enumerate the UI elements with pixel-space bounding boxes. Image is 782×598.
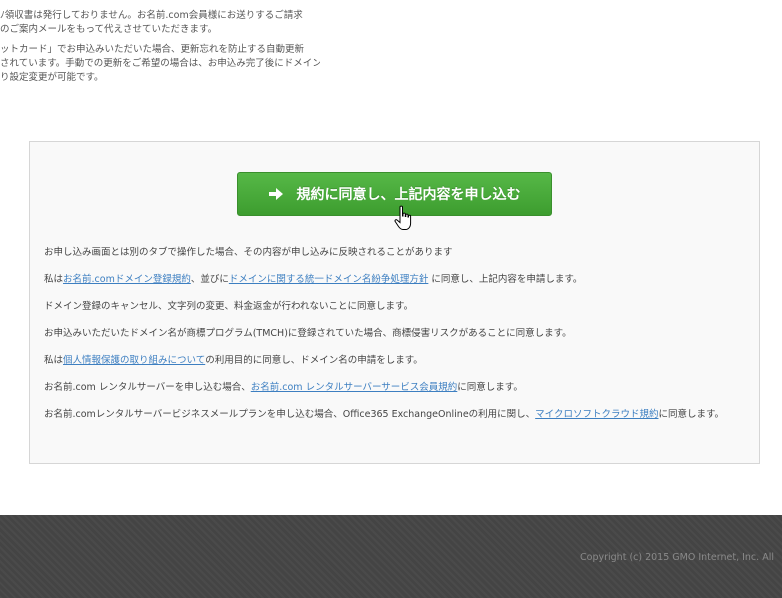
server-terms-suffix: に同意します。 <box>457 382 523 393</box>
note-line: ﾉ領収書は発行しておりません。お名前.com会員様にお送りするご請求 <box>0 10 303 21</box>
dispute-policy-link[interactable]: ドメインに関する統一ドメイン名紛争処理方針 <box>229 274 429 285</box>
agree-and-apply-label: 規約に同意し、上記内容を申し込む <box>296 187 521 203</box>
domain-terms-text: 私はお名前.comドメイン登録規約、並びにドメインに関する統一ドメイン名紛争処理… <box>44 273 744 286</box>
cancel-policy-text: ドメイン登録のキャンセル、文字列の変更、料金返金が行われないことに同意します。 <box>44 301 414 312</box>
copyright-text: Copyright (c) 2015 GMO Internet, Inc. Al… <box>580 552 774 563</box>
note-line: のご案内メールをもって代えさせていただきます。 <box>0 24 218 35</box>
mail-terms-prefix: お名前.comレンタルサーバービジネスメールプランを申し込む場合、Office3… <box>44 409 536 420</box>
mail-terms-suffix: に同意します。 <box>658 409 725 420</box>
server-terms-text: お名前.com レンタルサーバーを申し込む場合、お名前.com レンタルサーバー… <box>44 381 744 394</box>
note-line: り設定変更が可能です。 <box>0 72 104 83</box>
server-terms-prefix: お名前.com レンタルサーバーを申し込む場合、 <box>44 382 251 393</box>
privacy-text: 私は個人情報保護の取り組みについての利用目的に同意し、ドメイン名の申請をします。 <box>44 354 744 367</box>
privacy-prefix: 私は <box>44 355 64 366</box>
domain-terms-joiner: 、並びに <box>190 274 229 285</box>
domain-registration-terms-link[interactable]: お名前.comドメイン登録規約 <box>63 274 191 285</box>
note-line: ットカード」でお申込みいただいた場合、更新忘れを防止する自動更新 <box>0 44 305 55</box>
tmch-text: お申込みいただいたドメイン名が商標プログラム(TMCH)に登録されていた場合、商… <box>44 328 572 339</box>
privacy-policy-link[interactable]: 個人情報保護の取り組みについて <box>63 355 205 366</box>
domain-terms-prefix: 私は <box>44 274 64 285</box>
agreement-panel: 規約に同意し、上記内容を申し込む お申し込み画面とは別のタブで操作した場合、その… <box>29 141 760 464</box>
rental-server-terms-link[interactable]: お名前.com レンタルサーバーサービス会員規約 <box>251 382 458 393</box>
note-line: されています。手動での更新をご希望の場合は、お申込み完了後にドメイン <box>0 58 320 69</box>
mail-terms-text: お名前.comレンタルサーバービジネスメールプランを申し込む場合、Office3… <box>44 408 744 421</box>
tab-warning-text: お申し込み画面とは別のタブで操作した場合、その内容が申し込みに反映されることがあ… <box>44 247 453 258</box>
hand-pointer-icon <box>394 205 412 230</box>
arrow-right-icon <box>268 188 283 200</box>
site-footer: Copyright (c) 2015 GMO Internet, Inc. Al… <box>0 515 782 598</box>
domain-terms-suffix: に同意し、上記内容を申請します。 <box>428 274 583 285</box>
microsoft-cloud-terms-link[interactable]: マイクロソフトクラウド規約 <box>535 409 658 420</box>
privacy-suffix: の利用目的に同意し、ドメイン名の申請をします。 <box>205 355 423 366</box>
